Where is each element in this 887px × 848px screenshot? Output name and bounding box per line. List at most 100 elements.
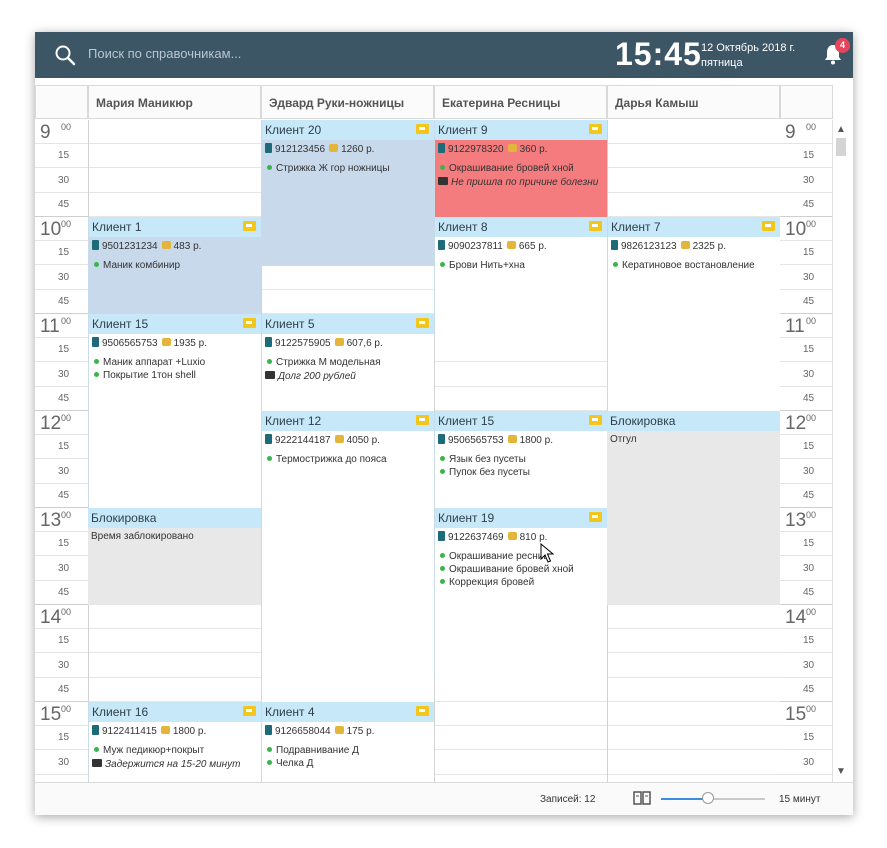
appointment-card[interactable]: Клиент 12 9222144187 4050 р. Термострижка д… xyxy=(261,411,434,702)
flag-icon[interactable] xyxy=(416,124,429,134)
empty-slot[interactable] xyxy=(89,120,261,144)
client-phone: 9090237811 xyxy=(448,241,503,252)
time-slot-label: 15 xyxy=(780,435,833,460)
empty-slot[interactable] xyxy=(608,629,780,654)
appointment-card[interactable]: Клиент 8 9090237811 665 р. Брови Нить+хна xyxy=(434,217,607,339)
empty-slot[interactable] xyxy=(89,654,261,678)
appointment-title: Клиент 9 xyxy=(435,120,607,140)
empty-slot[interactable] xyxy=(89,629,261,654)
empty-slot[interactable] xyxy=(435,387,607,411)
time-slot-label: 30 xyxy=(35,654,88,678)
zoom-slider-handle[interactable] xyxy=(702,792,714,804)
minute-label: 30 xyxy=(58,368,70,380)
empty-slot[interactable] xyxy=(608,775,780,782)
empty-slot[interactable] xyxy=(608,169,780,193)
time-slot-label: 45 xyxy=(35,193,88,217)
flag-icon[interactable] xyxy=(243,706,256,716)
empty-slot[interactable] xyxy=(89,605,261,629)
block-reason: Отгул xyxy=(610,434,637,445)
hour-minutes-label: 00 xyxy=(61,510,72,520)
empty-slot[interactable] xyxy=(608,726,780,751)
flag-icon[interactable] xyxy=(243,221,256,231)
time-slot-label: 15 xyxy=(35,144,88,169)
appointment-card[interactable]: Клиент 19 9122637469 810 р. Окрашивание рес… xyxy=(434,508,607,678)
empty-slot[interactable] xyxy=(262,266,434,290)
flag-icon[interactable] xyxy=(416,318,429,328)
time-column: 9 00 15 30 45 10 00 15 30 45 11 00 15 30 45 12 00 15 30 45 1… xyxy=(35,120,88,782)
records-count: Записей: 12 xyxy=(540,794,596,805)
client-name: Клиент 20 xyxy=(265,123,322,137)
empty-slot[interactable] xyxy=(435,751,607,775)
appointment-card[interactable]: Клиент 15 9506565753 1800 р. Язык без пусет… xyxy=(434,411,607,508)
search-icon[interactable] xyxy=(53,43,77,67)
time-slot-label: 45 xyxy=(780,484,833,508)
flag-icon[interactable] xyxy=(589,221,602,231)
time-slot-label: 9 00 xyxy=(35,120,88,144)
service-name: Маник комбинир xyxy=(103,260,181,271)
empty-slot[interactable] xyxy=(608,144,780,169)
empty-slot[interactable] xyxy=(608,678,780,702)
empty-slot[interactable] xyxy=(435,775,607,782)
empty-slot[interactable] xyxy=(89,169,261,193)
payment-icon xyxy=(507,532,517,540)
empty-slot[interactable] xyxy=(89,193,261,217)
flag-icon[interactable] xyxy=(243,318,256,328)
appointment-card[interactable]: Клиент 1 9501231234 483 р. Маник комбинир xyxy=(88,217,261,314)
flag-icon[interactable] xyxy=(416,706,429,716)
client-name: Клиент 15 xyxy=(92,317,149,331)
empty-slot[interactable] xyxy=(608,654,780,678)
appointment-card[interactable]: Клиент 5 9122575905 607,6 р. Стрижка М моде… xyxy=(261,314,434,411)
service-name: Подравнивание Д xyxy=(276,745,359,756)
empty-slot[interactable] xyxy=(608,193,780,217)
empty-slot[interactable] xyxy=(435,726,607,751)
blocked-time[interactable]: Блокировка Время заблокировано xyxy=(88,508,261,605)
flag-icon[interactable] xyxy=(589,415,602,425)
scroll-down-arrow-icon[interactable]: ▼ xyxy=(836,766,846,777)
empty-slot[interactable] xyxy=(435,338,607,363)
empty-slot[interactable] xyxy=(435,702,607,726)
service-status-dot-icon xyxy=(267,165,272,170)
client-phone: 9126658044 xyxy=(275,726,331,737)
appointment-card[interactable]: Клиент 9 9122978320 360 р. Окрашивание бров… xyxy=(434,120,607,217)
scroll-thumb[interactable] xyxy=(836,138,846,156)
book-icon[interactable] xyxy=(633,790,651,806)
search-input[interactable]: Поиск по справочникам... xyxy=(88,46,241,61)
client-phone: 9826123123 xyxy=(621,241,677,252)
schedule-grid[interactable]: 9 00 15 30 45 10 00 15 30 45 11 00 15 30 45 12 00 15 30 45 1… xyxy=(35,120,853,782)
appointment-card[interactable]: Клиент 7 9826123123 2325 р. Кератиновое вос… xyxy=(607,217,780,411)
time-slot-label: 15 xyxy=(35,338,88,363)
empty-slot[interactable] xyxy=(89,678,261,702)
flag-icon[interactable] xyxy=(589,124,602,134)
flag-icon[interactable] xyxy=(416,415,429,425)
phone-icon xyxy=(438,434,445,444)
scroll-up-arrow-icon[interactable]: ▲ xyxy=(836,124,846,135)
phone-icon xyxy=(92,240,99,250)
minute-label: 15 xyxy=(58,538,70,550)
minute-label: 15 xyxy=(58,441,70,453)
hour-minutes-label: 00 xyxy=(61,316,72,326)
service-name: Термострижка до пояса xyxy=(276,454,387,465)
empty-slot[interactable] xyxy=(608,702,780,726)
appointment-card[interactable]: Клиент 20 912123456 1260 р. Стрижка Ж гор н… xyxy=(261,120,434,266)
minute-label: 45 xyxy=(58,683,70,695)
empty-slot[interactable] xyxy=(435,678,607,702)
flag-icon[interactable] xyxy=(589,512,602,522)
vertical-scrollbar[interactable]: ▲ ▼ xyxy=(832,120,848,782)
empty-slot[interactable] xyxy=(608,751,780,775)
empty-slot[interactable] xyxy=(89,144,261,169)
flag-icon[interactable] xyxy=(762,221,775,231)
appointment-card[interactable]: Клиент 15 9506565753 1935 р. Маник аппарат … xyxy=(88,314,261,508)
empty-slot[interactable] xyxy=(608,120,780,144)
minute-label: 30 xyxy=(58,271,70,283)
service-item: Стрижка Ж гор ножницы xyxy=(267,163,390,174)
appointment-card[interactable]: Клиент 16 9122411415 1800 р. Муж педикюр+по… xyxy=(88,702,261,782)
empty-slot[interactable] xyxy=(262,290,434,314)
empty-slot[interactable] xyxy=(435,363,607,387)
empty-slot[interactable] xyxy=(608,605,780,629)
blocked-time[interactable]: Блокировка Отгул xyxy=(607,411,780,605)
time-slot-label: 45 xyxy=(780,387,833,411)
appointment-card[interactable]: Клиент 4 9126658044 175 р. Подравнивание Д Ч… xyxy=(261,702,434,782)
minute-label: 15 xyxy=(803,635,815,647)
client-name: Клиент 5 xyxy=(265,317,315,331)
column-header-row: Мария Маникюр Эдвард Руки-ножницы Екатерин… xyxy=(35,85,853,119)
